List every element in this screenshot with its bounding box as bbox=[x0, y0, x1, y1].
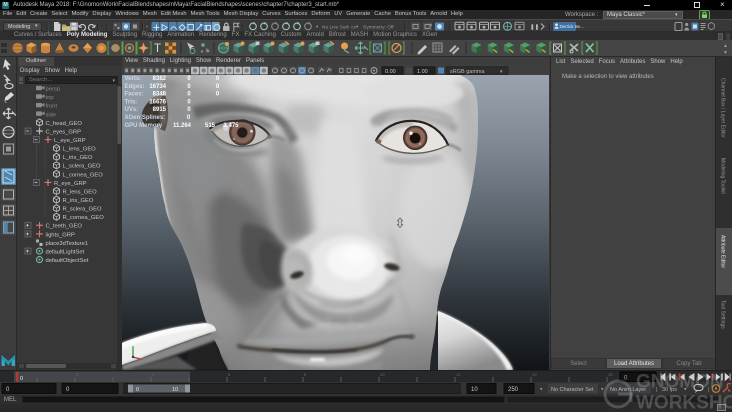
svg-text:T: T bbox=[154, 43, 161, 55]
svg-text:14: 14 bbox=[532, 372, 537, 377]
svg-text:R_sclera_GEO: R_sclera_GEO bbox=[63, 207, 102, 213]
svg-text:▾: ▾ bbox=[356, 24, 359, 29]
svg-text:16: 16 bbox=[608, 372, 613, 377]
svg-text:▾: ▾ bbox=[601, 387, 604, 393]
svg-text:UVs:: UVs: bbox=[125, 107, 139, 113]
svg-text:R_eye_GRP: R_eye_GRP bbox=[54, 181, 87, 187]
svg-text:L_sclera_GEO: L_sclera_GEO bbox=[63, 164, 102, 170]
svg-text:10: 10 bbox=[380, 372, 385, 377]
svg-text:C_eyes_GRP: C_eyes_GRP bbox=[46, 129, 82, 135]
svg-text:3.475: 3.475 bbox=[223, 123, 239, 129]
svg-text:defaultLightSet: defaultLightSet bbox=[46, 249, 85, 255]
svg-text:Derrick Se...: Derrick Se... bbox=[560, 24, 584, 29]
svg-text:C_head_GEO: C_head_GEO bbox=[46, 121, 83, 127]
svg-text:L_iris_GEO: L_iris_GEO bbox=[63, 155, 93, 161]
svg-text:11.264: 11.264 bbox=[173, 123, 192, 129]
svg-text:top: top bbox=[46, 95, 54, 101]
svg-text:1.00: 1.00 bbox=[417, 69, 428, 75]
svg-text:L_eye_GRP: L_eye_GRP bbox=[54, 138, 86, 144]
svg-text:Verts:: Verts: bbox=[125, 76, 142, 82]
svg-text:GPU Memory: GPU Memory bbox=[125, 123, 163, 129]
svg-text:0: 0 bbox=[136, 387, 139, 393]
svg-text:place3dTexture1: place3dTexture1 bbox=[46, 241, 89, 247]
svg-text:Symmetry: Off: Symmetry: Off bbox=[363, 24, 394, 30]
svg-text:16676: 16676 bbox=[149, 99, 166, 105]
svg-text:L_lens_GEO: L_lens_GEO bbox=[63, 147, 97, 153]
svg-text:|: | bbox=[656, 387, 657, 393]
svg-text:defaultObjectSet: defaultObjectSet bbox=[46, 258, 89, 264]
svg-text:C_teeth_GEO: C_teeth_GEO bbox=[46, 224, 83, 230]
svg-text:R_cornea_GEO: R_cornea_GEO bbox=[63, 215, 105, 221]
svg-text:Faces:: Faces: bbox=[125, 92, 144, 98]
svg-text:8382: 8382 bbox=[153, 76, 167, 82]
svg-text:❚❚: ❚❚ bbox=[530, 24, 539, 31]
svg-text:▾: ▾ bbox=[540, 387, 543, 393]
svg-text:▾: ▾ bbox=[684, 387, 687, 393]
svg-text:10: 10 bbox=[471, 387, 478, 393]
svg-text:No Character Set: No Character Set bbox=[551, 387, 594, 393]
svg-text:persp: persp bbox=[46, 87, 61, 93]
svg-text:▾: ▾ bbox=[316, 24, 319, 29]
svg-text:L_cornea_GEO: L_cornea_GEO bbox=[63, 172, 104, 178]
svg-text:Edges:: Edges: bbox=[125, 84, 145, 90]
svg-text:Tris:: Tris: bbox=[125, 99, 138, 105]
svg-text:12: 12 bbox=[456, 372, 461, 377]
svg-text:side: side bbox=[46, 112, 57, 118]
svg-text:sRGB gamma: sRGB gamma bbox=[450, 69, 485, 75]
svg-text:16734: 16734 bbox=[149, 84, 166, 90]
svg-text:8915: 8915 bbox=[153, 107, 167, 113]
svg-text:0.00: 0.00 bbox=[385, 69, 396, 75]
svg-text:No Anim Layer: No Anim Layer bbox=[610, 387, 646, 393]
svg-text:▼: ▼ bbox=[723, 50, 728, 56]
svg-text:30 fps: 30 fps bbox=[662, 387, 677, 393]
svg-text:8348: 8348 bbox=[153, 92, 167, 98]
svg-text:▲: ▲ bbox=[723, 43, 728, 49]
svg-text:|: | bbox=[708, 387, 709, 393]
svg-text:front: front bbox=[46, 104, 58, 110]
svg-text:R_lens_GEO: R_lens_GEO bbox=[63, 189, 98, 195]
svg-text:515: 515 bbox=[205, 123, 216, 129]
svg-text:lights_GRP: lights_GRP bbox=[46, 232, 75, 238]
svg-text:XGen Splines:: XGen Splines: bbox=[125, 115, 166, 121]
svg-text:R_iris_GEO: R_iris_GEO bbox=[63, 198, 94, 204]
svg-text:250: 250 bbox=[508, 387, 519, 393]
svg-text:10: 10 bbox=[172, 387, 178, 393]
